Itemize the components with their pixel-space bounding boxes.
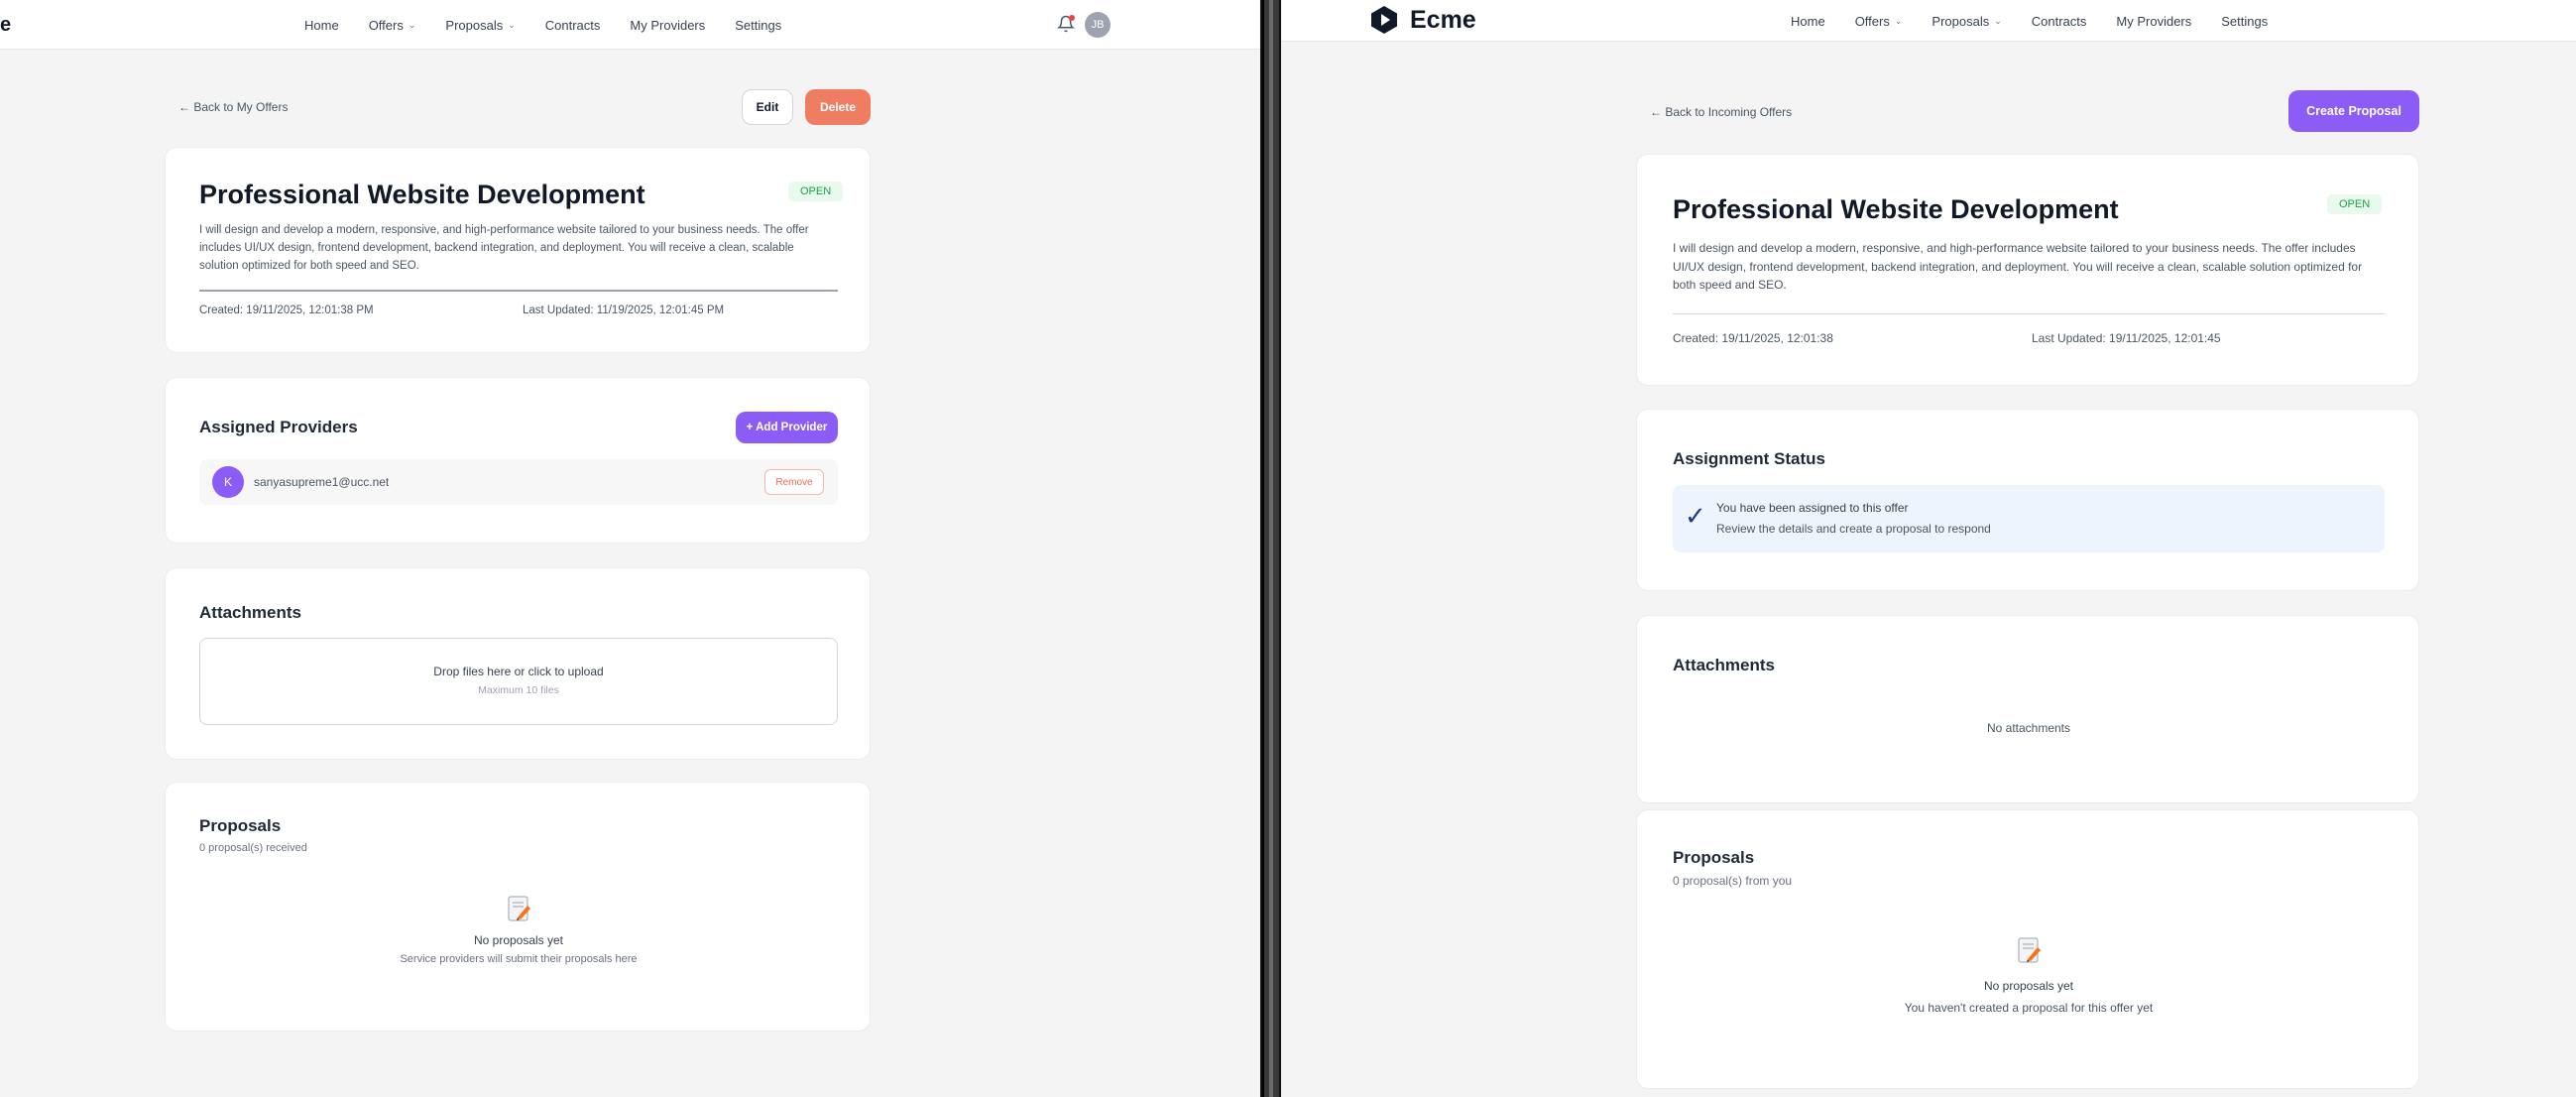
offer-title: Professional Website Development (1673, 194, 2119, 224)
edit-button[interactable]: Edit (742, 89, 793, 125)
chevron-down-icon: ⌄ (1894, 15, 1903, 26)
attachments-card: Attachments No attachments (1636, 615, 2419, 803)
brand[interactable]: Ecme (1368, 4, 1476, 36)
divider (199, 290, 838, 292)
empty-attachments-text: No attachments (1986, 721, 2071, 735)
assigned-providers-card: Assigned Providers + Add Provider K sany… (165, 377, 871, 544)
empty-state-title: No proposals yet (1983, 979, 2074, 993)
status-badge: OPEN (2327, 194, 2383, 214)
back-to-my-offers-link[interactable]: ← Back to My Offers (178, 100, 288, 114)
nav-offers[interactable]: Offers ⌄ (369, 18, 416, 33)
nav-proposals[interactable]: Proposals ⌄ (1932, 14, 2001, 29)
nav-my-providers[interactable]: My Providers (630, 18, 705, 33)
create-proposal-button[interactable]: Create Proposal (2288, 90, 2419, 132)
section-title: Proposals (1673, 848, 1755, 867)
offer-card: Professional Website Development OPEN I … (165, 147, 871, 353)
proposal-count: 0 proposal(s) from you (1673, 874, 1793, 888)
assignment-status-box: ✓ You have been assigned to this offer R… (1673, 485, 2385, 552)
empty-state-subtitle: You haven't created a proposal for this … (1904, 1001, 2154, 1015)
user-avatar[interactable]: JB (1085, 12, 1111, 38)
brand-name: Ecme (1410, 5, 1476, 34)
assignment-instruction: Review the details and create a proposal… (1716, 522, 1991, 536)
divider-bar (1269, 0, 1273, 1097)
nav-offers[interactable]: Offers ⌄ (1855, 14, 1903, 29)
offer-title: Professional Website Development (199, 180, 645, 209)
nav-home[interactable]: Home (304, 18, 339, 33)
empty-state-subtitle: Service providers will submit their prop… (400, 953, 638, 965)
status-badge: OPEN (788, 182, 844, 201)
section-title: Attachments (1673, 656, 1775, 674)
nav-proposals[interactable]: Proposals ⌄ (445, 18, 515, 33)
nav-contracts[interactable]: Contracts (545, 18, 601, 33)
nav-contracts[interactable]: Contracts (2032, 14, 2087, 29)
nav-home[interactable]: Home (1791, 14, 1825, 29)
created-date: Created: 19/11/2025, 12:01:38 (1673, 331, 1833, 345)
top-navbar: e Home Offers ⌄ Proposals ⌄ Contracts My P… (0, 0, 1260, 50)
bell-icon[interactable] (1056, 15, 1076, 33)
provider-avatar: K (212, 466, 244, 498)
nav-my-providers[interactable]: My Providers (2116, 14, 2191, 29)
delete-button[interactable]: Delete (805, 89, 871, 125)
provider-email: sanyasupreme1@ucc.net (254, 475, 390, 489)
nav-settings[interactable]: Settings (2221, 14, 2268, 29)
last-updated-date: Last Updated: 19/11/2025, 12:01:45 (2032, 331, 2221, 345)
notification-dot (1069, 15, 1075, 21)
proposals-card: Proposals 0 proposal(s) from you No prop… (1636, 809, 2419, 1089)
back-to-incoming-offers-link[interactable]: ← Back to Incoming Offers (1650, 105, 1792, 119)
section-title: Proposals (199, 816, 282, 835)
right-pane: Ecme Home Offers ⌄ Proposals ⌄ Contracts M… (1279, 0, 2576, 1097)
chevron-down-icon: ⌄ (408, 19, 416, 30)
proposal-count: 0 proposal(s) received (199, 842, 307, 854)
left-pane: e Home Offers ⌄ Proposals ⌄ Contracts My P… (0, 0, 1262, 1097)
dropzone-text: Drop files here or click to upload (433, 665, 604, 678)
add-provider-button[interactable]: + Add Provider (736, 412, 838, 443)
remove-provider-button[interactable]: Remove (764, 469, 824, 495)
section-title: Assignment Status (1673, 449, 1825, 468)
brand-logo-icon (1371, 6, 1397, 34)
chevron-down-icon: ⌄ (1994, 15, 2002, 26)
file-dropzone[interactable]: Drop files here or click to upload Maxim… (199, 638, 838, 725)
empty-state-title: No proposals yet (473, 933, 564, 947)
brand-logo-fragment[interactable]: e (0, 14, 11, 37)
section-title: Attachments (199, 603, 301, 622)
checkmark-icon: ✓ (1685, 501, 1706, 531)
split-divider[interactable] (1264, 0, 1279, 1097)
last-updated-date: Last Updated: 11/19/2025, 12:01:45 PM (523, 305, 725, 316)
created-date: Created: 19/11/2025, 12:01:38 PM (199, 305, 374, 316)
document-icon (504, 894, 533, 923)
provider-row: K sanyasupreme1@ucc.net Remove (199, 459, 838, 505)
proposals-card: Proposals 0 proposal(s) received No prop… (165, 782, 871, 1032)
dropzone-subtext: Maximum 10 files (478, 684, 559, 696)
nav-links: Home Offers ⌄ Proposals ⌄ Contracts My Pro… (304, 0, 781, 50)
divider (1673, 313, 2385, 314)
offer-description: I will design and develop a modern, resp… (1673, 241, 2363, 293)
section-title: Assigned Providers (199, 418, 358, 436)
chevron-down-icon: ⌄ (508, 19, 516, 30)
nav-settings[interactable]: Settings (735, 18, 781, 33)
attachments-card: Attachments Drop files here or click to … (165, 567, 871, 760)
assignment-message: You have been assigned to this offer (1716, 501, 1909, 515)
top-navbar: Ecme Home Offers ⌄ Proposals ⌄ Contracts M… (1281, 0, 2576, 42)
offer-card: Professional Website Development OPEN I … (1636, 154, 2419, 386)
offer-description: I will design and develop a modern, resp… (199, 224, 809, 272)
document-icon (2014, 935, 2044, 965)
assignment-status-card: Assignment Status ✓ You have been assign… (1636, 409, 2419, 591)
nav-links: Home Offers ⌄ Proposals ⌄ Contracts My Pro… (1791, 0, 2268, 42)
